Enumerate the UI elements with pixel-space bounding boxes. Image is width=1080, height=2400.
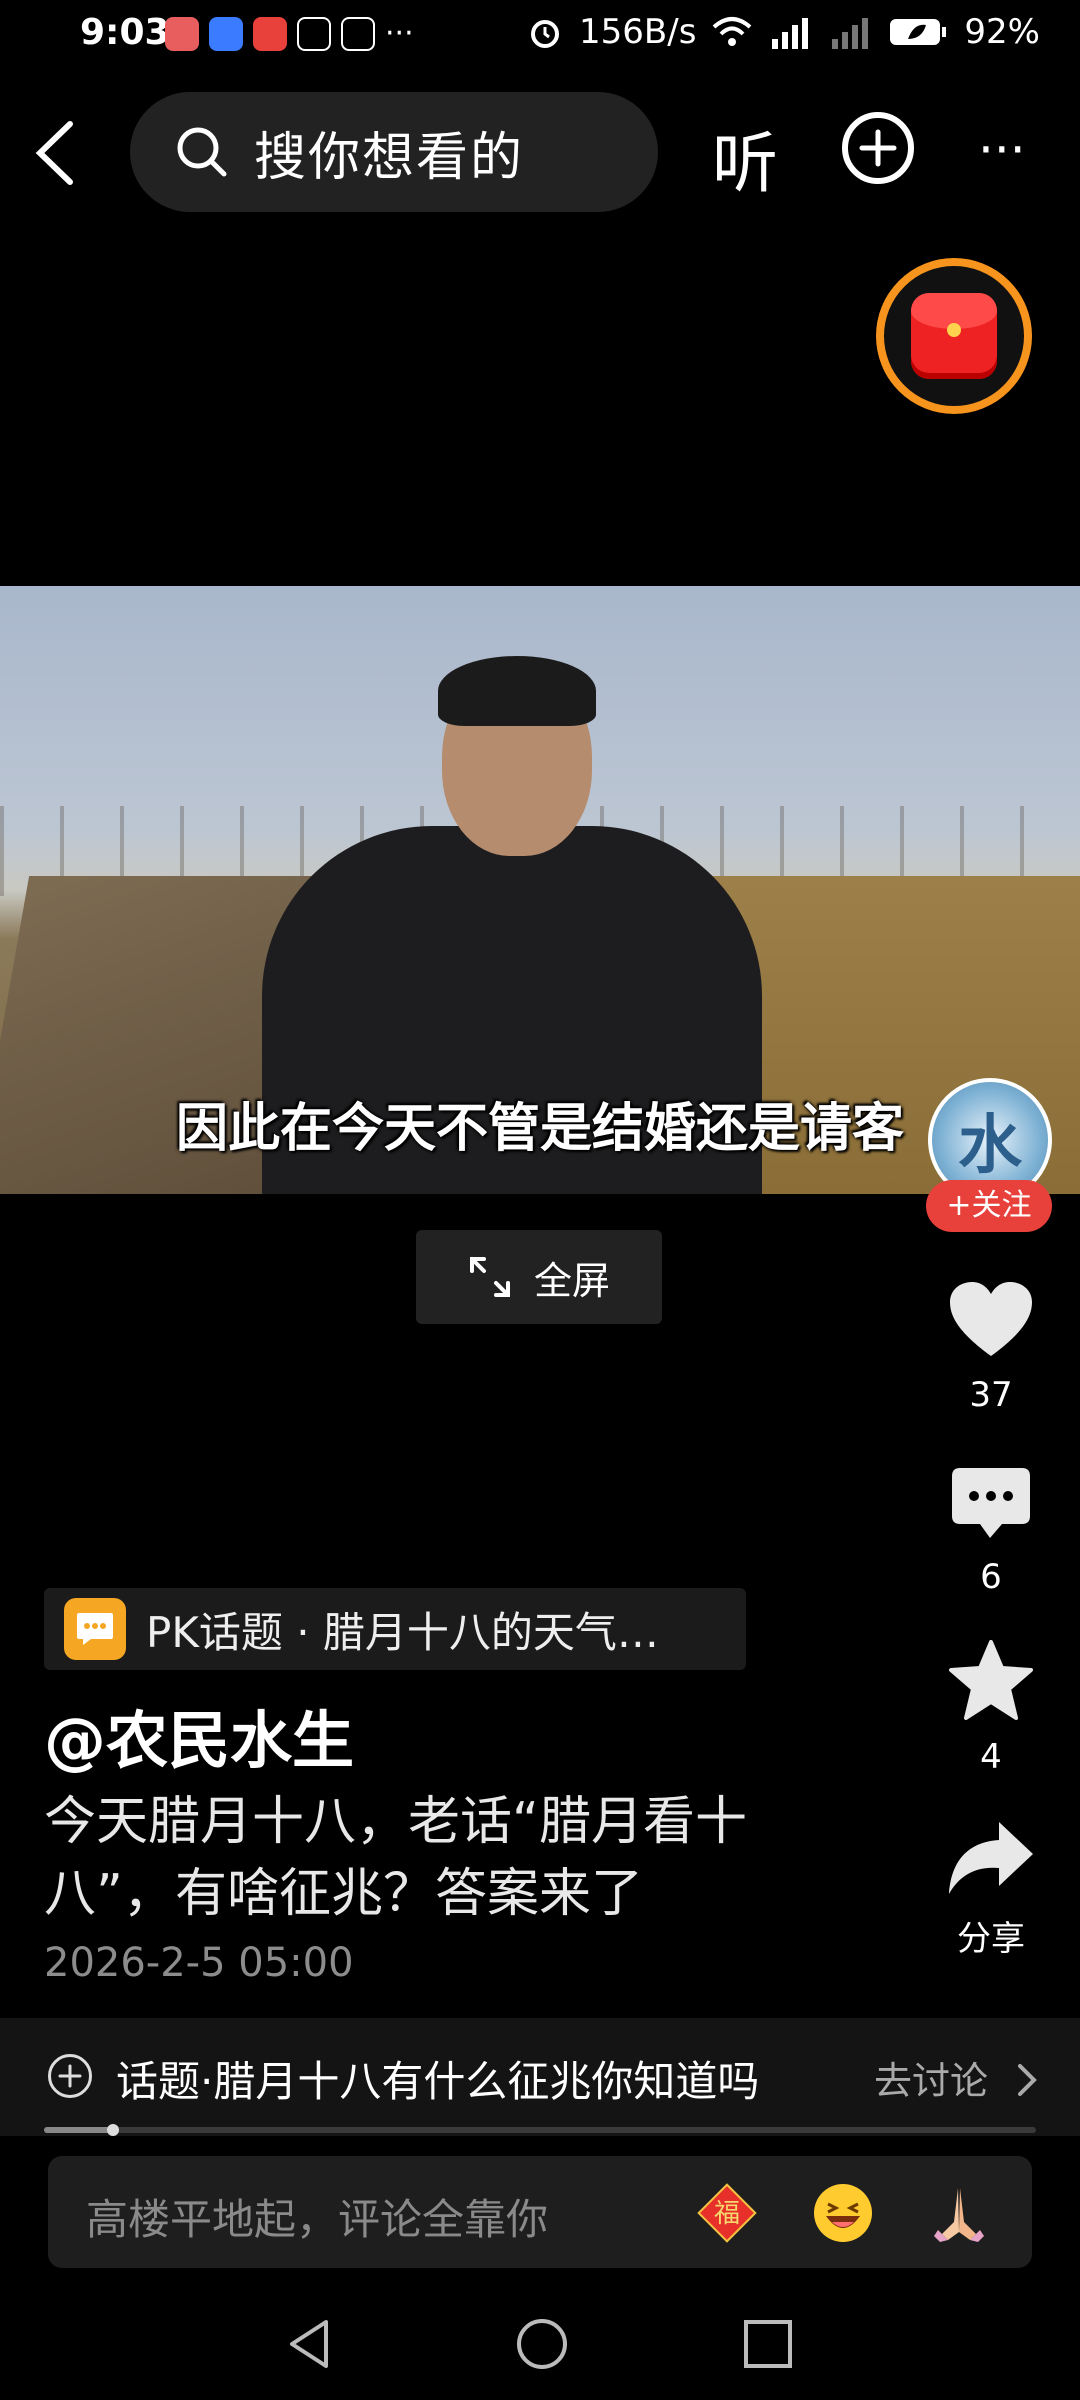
red-envelope-button[interactable] (876, 258, 1032, 414)
calendar-icon (341, 16, 375, 51)
search-placeholder: 搜你想看的 (254, 127, 525, 188)
comment-button[interactable]: 6 (926, 1466, 1056, 1597)
video-progress-fill (44, 2127, 114, 2133)
heart-icon (950, 1282, 1032, 1356)
search-input[interactable]: 搜你想看的 (130, 92, 658, 212)
add-button[interactable] (842, 112, 914, 184)
fullscreen-button[interactable]: 全屏 (416, 1230, 662, 1324)
security-app-icon (209, 16, 243, 51)
red-envelope-icon (911, 293, 997, 379)
alarm-icon (531, 20, 560, 48)
expand-icon (469, 1257, 510, 1297)
signal-5g-icon (772, 18, 809, 49)
status-notification-icons: ··· (165, 16, 414, 51)
pk-topic-label: PK话题 · 腊月十八的天气… (146, 1607, 659, 1657)
chat-bubble-icon (64, 1598, 126, 1660)
fullscreen-label: 全屏 (533, 1258, 610, 1303)
topic-label: 话题·腊月十八有什么征兆你知道吗 (116, 2057, 760, 2106)
laughing-emoji-icon[interactable] (812, 2182, 874, 2244)
fu-sticker-icon[interactable]: 福 (696, 2182, 758, 2244)
nav-home-icon[interactable] (514, 2316, 570, 2372)
more-options-button[interactable]: ··· (978, 125, 1026, 175)
like-button[interactable]: 37 (926, 1280, 1056, 1415)
wechat-icon (297, 16, 331, 51)
back-icon[interactable] (30, 118, 80, 188)
comment-icon (952, 1468, 1030, 1538)
more-notifications-icon: ··· (385, 16, 414, 51)
nav-back-icon[interactable] (284, 2316, 334, 2372)
system-nav-bar (0, 2300, 1080, 2400)
video-player[interactable]: 因此在今天不管是结婚还是请客 (0, 586, 1080, 1194)
pk-topic-tag[interactable]: PK话题 · 腊月十八的天气… (44, 1588, 746, 1670)
post-description: 今天腊月十八，老话“腊月看十八”，有啥征兆？答案来了 (44, 1792, 747, 1924)
star-icon (949, 1640, 1033, 1720)
wifi-icon (713, 17, 752, 46)
plus-icon (859, 129, 897, 167)
signal-sim2-icon (832, 18, 869, 49)
post-date: 2026-2-5 05:00 (44, 1940, 354, 1986)
share-button[interactable]: 分享 (926, 1820, 1056, 1960)
battery-percent: 92% (964, 12, 1040, 52)
author-name[interactable]: @农民水生 (44, 1690, 354, 1780)
topic-discussion-bar[interactable]: 话题·腊月十八有什么征兆你知道吗 去讨论 (0, 2018, 1080, 2136)
battery-icon (890, 19, 947, 45)
huawei-app-icon (165, 16, 199, 51)
network-speed: 156B/s (579, 12, 697, 52)
add-topic-icon (48, 2054, 92, 2098)
status-time: 9:03 (80, 12, 170, 53)
comment-input[interactable]: 高楼平地起，评论全靠你 福 (48, 2156, 1032, 2268)
follow-button[interactable]: +关注 (926, 1180, 1052, 1232)
listen-button[interactable]: 听 (712, 110, 778, 206)
go-discuss-link[interactable]: 去讨论 (874, 2050, 1040, 2105)
nav-recents-icon[interactable] (742, 2318, 794, 2370)
video-progress-bar[interactable] (44, 2124, 1036, 2136)
favorite-count: 4 (980, 1737, 1002, 1777)
video-subtitle: 因此在今天不管是结婚还是请客 (175, 1099, 904, 1159)
favorite-button[interactable]: 4 (926, 1640, 1056, 1777)
status-system-icons: 156B/s 92% (527, 12, 1040, 52)
share-arrow-icon (949, 1822, 1033, 1894)
go-discuss-label: 去讨论 (874, 2059, 989, 2103)
status-bar: 9:03 ··· 156B/s 92% (0, 0, 1080, 74)
share-label: 分享 (957, 1919, 1025, 1959)
like-count: 37 (969, 1375, 1013, 1415)
reader-app-icon (253, 16, 287, 51)
praying-hands-icon[interactable] (928, 2182, 990, 2244)
chevron-right-icon (1018, 2064, 1037, 2096)
search-icon (177, 127, 227, 177)
fu-char: 福 (714, 2199, 740, 2229)
comment-count: 6 (980, 1557, 1002, 1597)
comment-placeholder: 高楼平地起，评论全靠你 (86, 2195, 549, 2244)
